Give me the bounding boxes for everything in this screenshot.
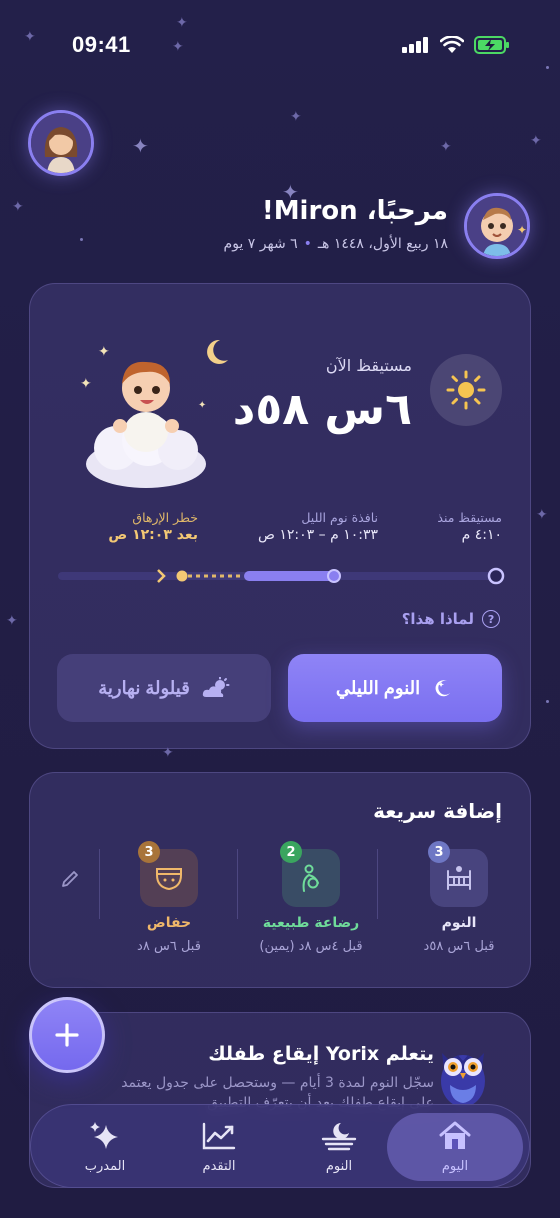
night-window-stat: نافذة نوم الليل ١٠:٣٣ م – ١٢:٠٣ ص bbox=[258, 510, 378, 543]
wifi-icon bbox=[440, 36, 464, 53]
sun-cloud-icon bbox=[202, 677, 230, 697]
awake-state-label: مستيقظ الآن bbox=[325, 356, 412, 375]
baby-on-cloud-illustration: ✦ ✦ ✦ bbox=[80, 339, 228, 488]
quick-add-diaper-label: حفاض bbox=[146, 915, 192, 931]
star-icon: ✦ bbox=[12, 199, 24, 215]
tab-today[interactable]: اليوم bbox=[387, 1113, 523, 1181]
star-icon: ✦ bbox=[440, 139, 452, 155]
awake-since-stat: مستيقظ منذ ٤:١٠ م bbox=[437, 510, 502, 543]
quick-add-sleep-ago: قبل ٦س ٥٨د bbox=[423, 939, 495, 954]
progress-chart-icon bbox=[202, 1122, 236, 1150]
overtired-marker bbox=[176, 570, 188, 582]
awake-elapsed-time: ٦س ٥٨د bbox=[232, 384, 412, 435]
breastfeeding-icon-tile: 2 bbox=[280, 841, 340, 907]
day-nap-button[interactable]: قيلولة نهارية bbox=[57, 654, 271, 722]
greeting-title: مرحبًا، Miron! bbox=[261, 196, 448, 226]
quick-add-sleep[interactable]: 3 النوم قبل ٦س ٥٨د bbox=[394, 841, 524, 954]
sun-icon bbox=[446, 370, 486, 410]
night-sleep-label: النوم الليلي bbox=[335, 677, 421, 698]
sleep-status-card: ✦ ✦ ✦ مستيقظ الآن ٦س ٥٨د مستيقظ منذ ٤:١٠… bbox=[29, 283, 531, 749]
hijri-date: ١٨ ربيع الأول، ١٤٤٨ هـ bbox=[317, 236, 448, 252]
edit-icon[interactable] bbox=[60, 869, 80, 889]
battery-charging-icon bbox=[474, 36, 509, 54]
quick-add-card: إضافة سريعة 3 النوم قبل ٦س ٥٨د 2 رضاعة ط… bbox=[29, 772, 531, 988]
quick-add-title: إضافة سريعة bbox=[373, 799, 502, 823]
divider bbox=[237, 849, 238, 919]
greeting-subtitle: ١٨ ربيع الأول، ١٤٤٨ هـ • ٦ شهر ٧ يوم bbox=[224, 236, 448, 252]
night-sleep-button[interactable]: ✦ النوم الليلي bbox=[288, 654, 502, 722]
overtired-risk-label: خطر الإرهاق bbox=[132, 510, 198, 525]
quick-add-sleep-label: النوم bbox=[441, 915, 477, 931]
crib-icon-tile: 3 bbox=[428, 841, 488, 907]
svg-text:✦: ✦ bbox=[98, 344, 110, 360]
overtired-risk-stat: خطر الإرهاق بعد ١٢:٠٣ ص bbox=[108, 510, 198, 543]
breastfeeding-icon bbox=[302, 864, 319, 892]
tab-today-label: اليوم bbox=[441, 1159, 469, 1174]
window-start-marker bbox=[327, 569, 341, 583]
svg-text:✦: ✦ bbox=[80, 376, 92, 392]
add-entry-button[interactable] bbox=[29, 997, 105, 1073]
moon-sleep-icon bbox=[321, 1123, 357, 1151]
tab-progress[interactable]: التقدم bbox=[159, 1113, 279, 1181]
question-icon: ? bbox=[482, 610, 500, 628]
baby-age: ٦ شهر ٧ يوم bbox=[223, 236, 298, 252]
day-nap-label: قيلولة نهارية bbox=[98, 677, 190, 698]
star-icon: ✦ bbox=[132, 134, 149, 158]
subtitle-separator: • bbox=[303, 236, 312, 252]
star-icon: ✦ bbox=[290, 109, 302, 125]
quick-add-breastfeeding[interactable]: 2 رضاعة طبيعية قبل ٤س ٨د (يمين) bbox=[241, 841, 381, 954]
diaper-icon-tile: 3 bbox=[138, 841, 198, 907]
sun-icon-circle bbox=[430, 354, 502, 426]
svg-text:✦: ✦ bbox=[438, 681, 444, 689]
home-icon bbox=[439, 1121, 471, 1149]
awake-since-marker bbox=[487, 567, 505, 585]
why-this-link[interactable]: ? لماذا هذا؟ bbox=[402, 610, 500, 628]
svg-text:✦: ✦ bbox=[198, 400, 206, 411]
quick-add-breastfeeding-label: رضاعة طبيعية bbox=[262, 915, 360, 931]
learning-title: يتعلم Yorix إيقاع طفلك bbox=[208, 1043, 434, 1065]
parent-avatar[interactable] bbox=[28, 110, 94, 176]
tab-sleep-label: النوم bbox=[325, 1159, 353, 1174]
bottom-tab-bar: اليوم النوم التقدم المدرب bbox=[30, 1104, 530, 1188]
sparkles-icon bbox=[90, 1122, 118, 1149]
sleep-timeline bbox=[58, 567, 505, 585]
status-time: 09:41 bbox=[72, 32, 131, 57]
quick-add-diaper[interactable]: 3 حفاض قبل ٦س ٨د bbox=[104, 841, 234, 954]
tab-coach[interactable]: المدرب bbox=[45, 1113, 165, 1181]
tab-progress-label: التقدم bbox=[202, 1159, 236, 1174]
divider bbox=[99, 849, 100, 919]
parent-avatar-image bbox=[31, 113, 91, 173]
crib-icon bbox=[447, 866, 471, 890]
sparkle-icon: ✦ bbox=[517, 223, 528, 237]
star-icon: ✦ bbox=[530, 133, 542, 149]
awake-since-label: مستيقظ منذ bbox=[437, 510, 502, 525]
breastfeeding-count-badge: 2 bbox=[280, 841, 302, 863]
awake-since-value: ٤:١٠ م bbox=[461, 527, 502, 543]
quick-add-breastfeeding-ago: قبل ٤س ٨د (يمين) bbox=[259, 939, 363, 954]
diaper-icon bbox=[156, 868, 182, 891]
tab-sleep[interactable]: النوم bbox=[279, 1113, 399, 1181]
star-dot bbox=[80, 238, 83, 241]
diaper-count-badge: 3 bbox=[138, 841, 160, 863]
star-dot bbox=[546, 66, 549, 69]
signal-icon bbox=[402, 37, 428, 53]
plus-icon bbox=[55, 1023, 79, 1047]
night-window-label: نافذة نوم الليل bbox=[301, 510, 378, 525]
moon-stars-icon: ✦ bbox=[435, 680, 451, 697]
sleep-count-badge: 3 bbox=[428, 841, 450, 863]
star-icon: ✦ bbox=[536, 507, 548, 523]
owl-mascot-icon bbox=[441, 1053, 485, 1107]
tab-coach-label: المدرب bbox=[84, 1159, 126, 1174]
status-bar: 09:41 bbox=[0, 30, 560, 64]
overtired-risk-value: بعد ١٢:٠٣ ص bbox=[108, 527, 198, 543]
night-window-value: ١٠:٣٣ م – ١٢:٠٣ ص bbox=[257, 527, 378, 543]
star-icon: ✦ bbox=[6, 613, 18, 629]
quick-add-diaper-ago: قبل ٦س ٨د bbox=[137, 939, 201, 954]
status-icons bbox=[402, 36, 510, 54]
star-icon: ✦ bbox=[176, 15, 188, 31]
star-dot bbox=[546, 700, 549, 703]
why-this-label: لماذا هذا؟ bbox=[401, 610, 474, 628]
